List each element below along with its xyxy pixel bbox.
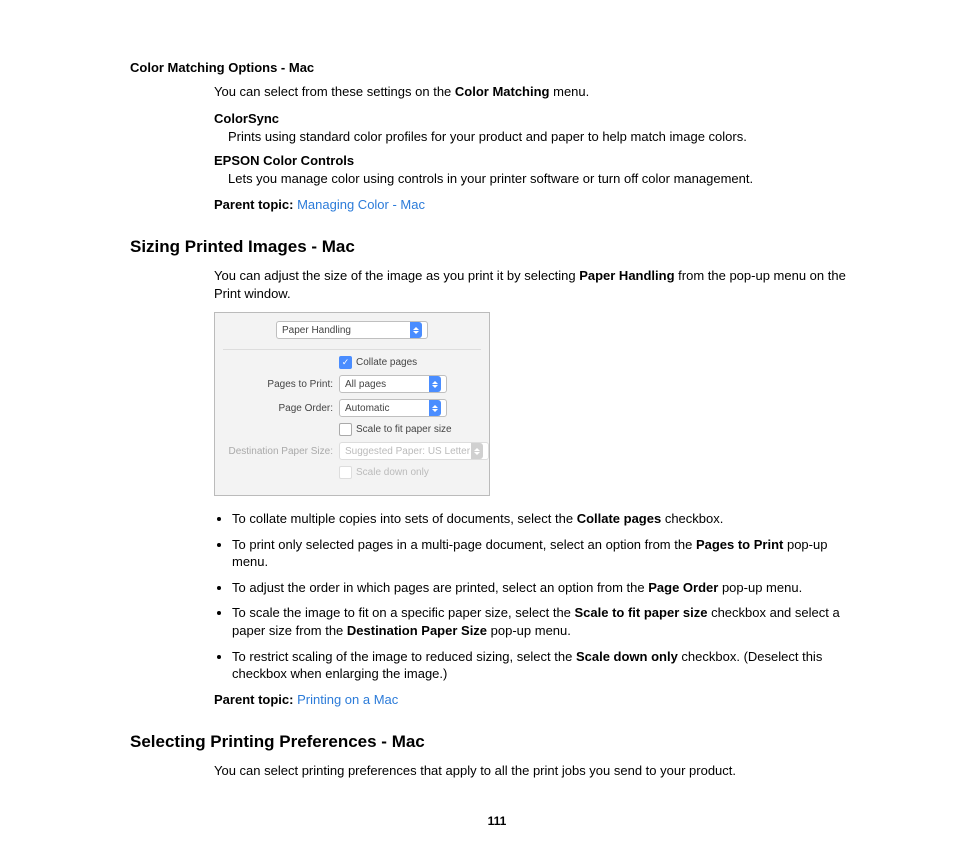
bold-text: Color Matching — [455, 84, 550, 99]
scale-down-only-checkbox — [339, 466, 352, 479]
sizing-bullet-list: To collate multiple copies into sets of … — [214, 510, 864, 682]
select-value: All pages — [345, 379, 386, 390]
collate-checkbox[interactable]: ✓ — [339, 356, 352, 369]
prefs-body: You can select printing preferences that… — [214, 762, 864, 780]
text: To adjust the order in which pages are p… — [232, 580, 648, 595]
pages-to-print-select[interactable]: All pages — [339, 375, 447, 393]
bold-text: Destination Paper Size — [347, 623, 487, 638]
parent-topic-label: Parent topic: — [214, 692, 293, 707]
parent-topic-1: Parent topic: Managing Color - Mac — [214, 196, 864, 214]
definition-term-colorsync: ColorSync — [214, 111, 864, 126]
text: To print only selected pages in a multi-… — [232, 537, 696, 552]
page-order-label: Page Order: — [215, 403, 339, 414]
list-item: To collate multiple copies into sets of … — [232, 510, 864, 528]
list-item: To restrict scaling of the image to redu… — [232, 648, 864, 683]
parent-topic-2: Parent topic: Printing on a Mac — [214, 691, 864, 709]
scale-to-fit-label: Scale to fit paper size — [356, 424, 452, 435]
select-value: Suggested Paper: US Letter — [345, 446, 470, 457]
heading-selecting-printing-preferences: Selecting Printing Preferences - Mac — [130, 732, 864, 752]
bold-text: Page Order — [648, 580, 718, 595]
text: pop-up menu. — [487, 623, 571, 638]
text: menu. — [550, 84, 590, 99]
pages-to-print-label: Pages to Print: — [215, 379, 339, 390]
select-arrow-icon — [471, 443, 483, 459]
bold-text: Collate pages — [577, 511, 662, 526]
document-page: Color Matching Options - Mac You can sel… — [0, 0, 954, 858]
link-managing-color[interactable]: Managing Color - Mac — [297, 197, 425, 212]
text: pop-up menu. — [718, 580, 802, 595]
text: You can adjust the size of the image as … — [214, 268, 579, 283]
dialog-top-select[interactable]: Paper Handling — [276, 321, 428, 339]
definition-term-epson: EPSON Color Controls — [214, 153, 864, 168]
page-number: 111 — [130, 814, 864, 828]
section-title-color-matching: Color Matching Options - Mac — [130, 60, 864, 75]
text: To scale the image to fit on a specific … — [232, 605, 575, 620]
collate-label: Collate pages — [356, 357, 417, 368]
select-value: Paper Handling — [282, 325, 351, 336]
sizing-intro: You can adjust the size of the image as … — [214, 267, 864, 302]
select-arrow-icon — [429, 376, 441, 392]
page-order-select[interactable]: Automatic — [339, 399, 447, 417]
list-item: To print only selected pages in a multi-… — [232, 536, 864, 571]
bold-text: Paper Handling — [579, 268, 674, 283]
color-matching-body: You can select from these settings on th… — [214, 83, 864, 213]
link-printing-on-mac[interactable]: Printing on a Mac — [297, 692, 398, 707]
select-value: Automatic — [345, 403, 389, 414]
list-item: To adjust the order in which pages are p… — [232, 579, 864, 597]
text: You can select from these settings on th… — [214, 84, 455, 99]
select-arrow-icon — [429, 400, 441, 416]
bold-text: Scale to fit paper size — [575, 605, 708, 620]
dest-paper-size-select: Suggested Paper: US Letter — [339, 442, 489, 460]
scale-to-fit-checkbox[interactable] — [339, 423, 352, 436]
select-arrow-icon — [410, 322, 422, 338]
list-item: To scale the image to fit on a specific … — [232, 604, 864, 639]
parent-topic-label: Parent topic: — [214, 197, 293, 212]
definition-desc-colorsync: Prints using standard color profiles for… — [228, 128, 864, 146]
scale-down-only-label: Scale down only — [356, 467, 429, 478]
bold-text: Scale down only — [576, 649, 678, 664]
bold-text: Pages to Print — [696, 537, 783, 552]
text: To restrict scaling of the image to redu… — [232, 649, 576, 664]
text: To collate multiple copies into sets of … — [232, 511, 577, 526]
color-matching-intro: You can select from these settings on th… — [214, 83, 864, 101]
paper-handling-dialog: Paper Handling ✓ Collate pages Pages to … — [214, 312, 490, 496]
dest-paper-size-label: Destination Paper Size: — [215, 446, 339, 457]
text: checkbox. — [661, 511, 723, 526]
sizing-body: You can adjust the size of the image as … — [214, 267, 864, 708]
heading-sizing-printed-images: Sizing Printed Images - Mac — [130, 237, 864, 257]
definition-desc-epson: Lets you manage color using controls in … — [228, 170, 864, 188]
prefs-intro: You can select printing preferences that… — [214, 762, 864, 780]
